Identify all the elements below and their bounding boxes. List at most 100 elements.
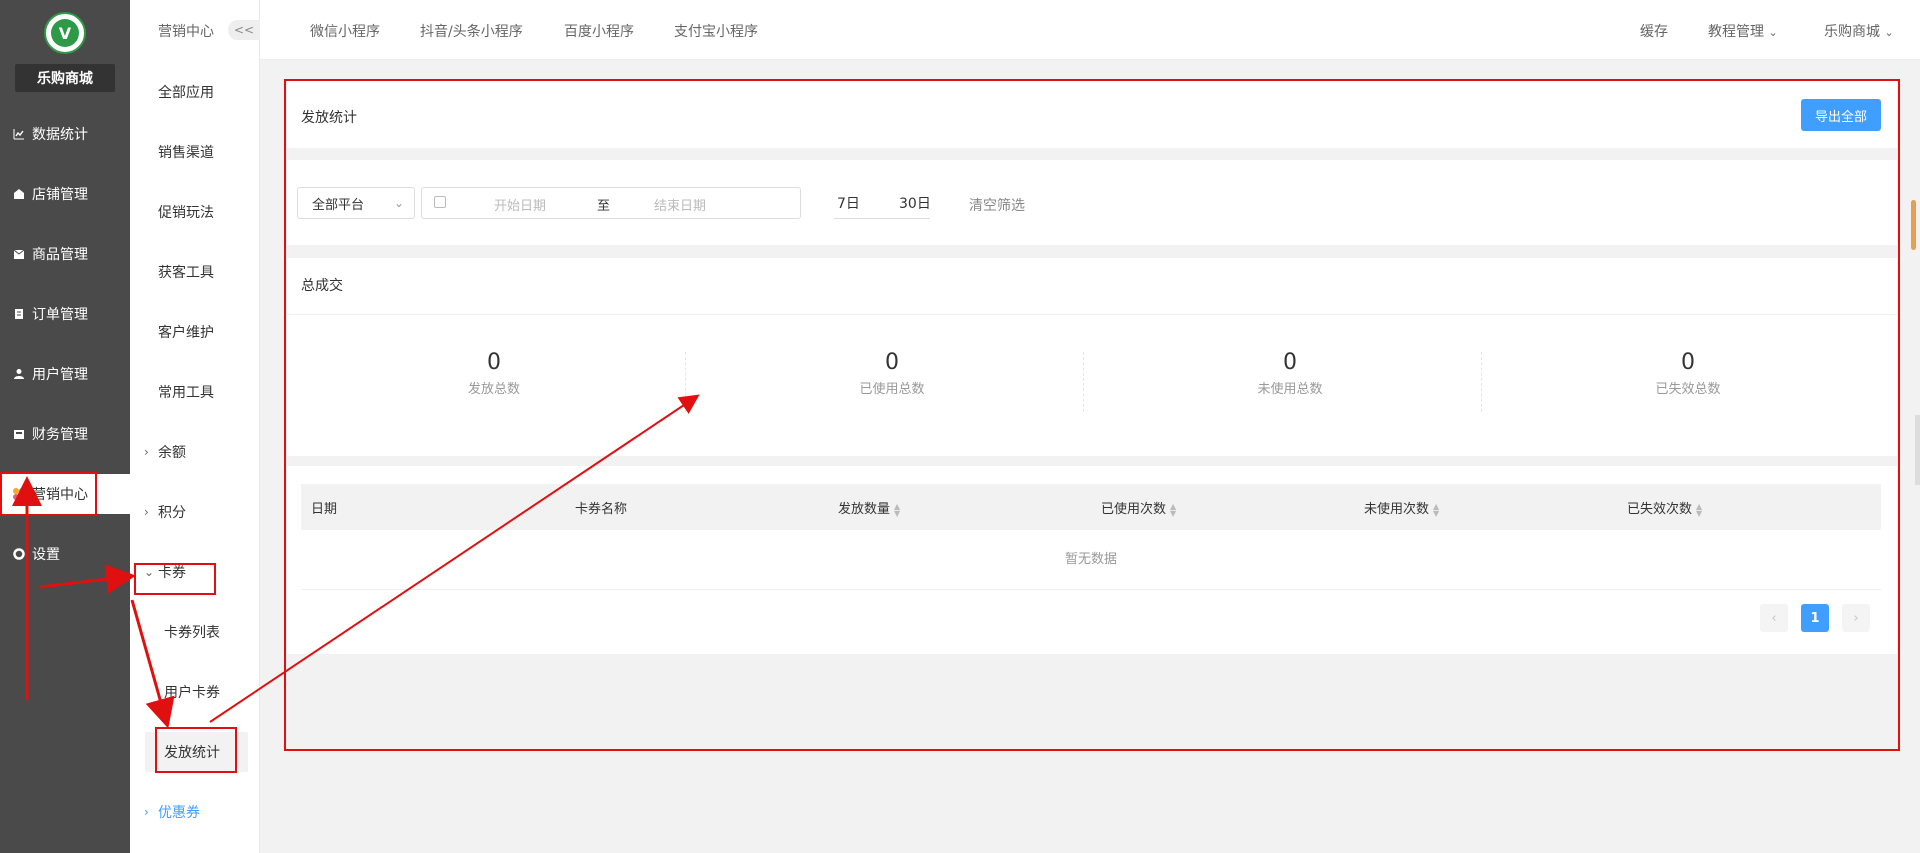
subnav-balance[interactable]: › 余额 [130, 432, 260, 472]
col-date: 日期 [311, 502, 338, 517]
sort-icon: ▲ ▼ [1696, 501, 1703, 518]
export-all-button[interactable]: 导出全部 [1801, 99, 1881, 131]
subnav-issue-stats[interactable]: 发放统计 [145, 732, 248, 772]
col-issued-count[interactable]: 发放数量 ▲ ▼ [838, 498, 900, 517]
stat-divider [1481, 352, 1482, 412]
tutorial-menu[interactable]: 教程管理 ⌄ [1708, 21, 1778, 41]
platform-select[interactable]: 全部平台 ⌄ [297, 187, 415, 219]
nav-label: 数据统计 [32, 127, 88, 143]
nav-store[interactable]: 店铺管理 [0, 174, 130, 214]
nav-label: 店铺管理 [32, 187, 88, 203]
subnav-label: 销售渠道 [158, 145, 214, 161]
tab-douyin[interactable]: 抖音/头条小程序 [420, 21, 523, 41]
stat-expired-total: 0 已失效总数 [1588, 350, 1788, 397]
nav-label: 财务管理 [32, 427, 88, 443]
subnav-label: 优惠券 [158, 805, 200, 821]
subnav-label: 卡券列表 [164, 625, 220, 641]
subnav-cards[interactable]: ⌄ 卡券 [130, 552, 260, 592]
marketing-subnav: 营销中心 << 全部应用 销售渠道 促销玩法 获客工具 客户维护 常用工具 › 余… [130, 0, 260, 853]
header-card: 发放统计 导出全部 [287, 80, 1897, 148]
col-card-name: 卡券名称 [575, 502, 628, 517]
current-page-button[interactable]: 1 [1801, 604, 1829, 632]
collapse-button[interactable]: << [228, 20, 260, 40]
subnav-label: 积分 [158, 505, 186, 521]
nav-label: 营销中心 [32, 487, 88, 503]
col-unused-count[interactable]: 未使用次数 ▲ ▼ [1364, 498, 1439, 517]
summary-divider [287, 314, 1897, 315]
subnav-common-tools[interactable]: 常用工具 [130, 372, 260, 412]
empty-table-message: 暂无数据 [301, 530, 1881, 590]
stat-value: 0 [487, 350, 501, 375]
col-used-count[interactable]: 已使用次数 ▲ ▼ [1101, 498, 1176, 517]
nav-orders[interactable]: 订单管理 [0, 294, 130, 334]
quick-30-days[interactable]: 30日 [899, 187, 931, 219]
scrollbar-track[interactable] [1915, 415, 1920, 485]
quick-7-days[interactable]: 7日 [837, 187, 860, 219]
subnav-label: 全部应用 [158, 85, 214, 101]
sort-icon: ▲ ▼ [894, 501, 901, 518]
page-title: 发放统计 [301, 110, 357, 126]
chevron-down-icon: ⌄ [144, 565, 155, 579]
subnav-card-list[interactable]: 卡券列表 [130, 612, 260, 652]
summary-title: 总成交 [301, 278, 343, 294]
subnav-user-cards[interactable]: 用户卡券 [130, 672, 260, 712]
main-sidebar: V 乐购商城 数据统计 店铺管理 商品管理 订单管理 用户管理 财务管理 营销中… [0, 0, 130, 853]
platform-value: 全部平台 [312, 197, 365, 213]
tutorial-label: 教程管理 [1708, 24, 1764, 40]
nav-goods[interactable]: 商品管理 [0, 234, 130, 274]
sort-icon: ▲ ▼ [1170, 501, 1177, 518]
subnav-points[interactable]: › 积分 [130, 492, 260, 532]
next-page-button[interactable]: › [1842, 604, 1870, 632]
col-label: 已失效次数 [1627, 502, 1693, 517]
subnav-all-apps[interactable]: 全部应用 [130, 72, 260, 112]
stat-value: 0 [1681, 350, 1695, 375]
line-chart-icon [12, 127, 26, 141]
subnav-coupons[interactable]: › 优惠券 [130, 792, 260, 832]
nav-label: 用户管理 [32, 367, 88, 383]
top-bar: 微信小程序 抖音/头条小程序 百度小程序 支付宝小程序 缓存 教程管理 ⌄ 乐购… [260, 0, 1920, 60]
store-label: 乐购商城 [1824, 24, 1880, 40]
nav-finance[interactable]: 财务管理 [0, 414, 130, 454]
stat-label: 已使用总数 [859, 382, 925, 397]
date-range-picker[interactable]: 开始日期 至 结束日期 [421, 187, 801, 219]
subnav-label: 用户卡券 [164, 685, 220, 701]
nav-marketing[interactable]: 营销中心 [0, 474, 130, 514]
range-separator: 至 [597, 199, 611, 214]
tab-wechat[interactable]: 微信小程序 [310, 21, 380, 41]
subnav-label: 客户维护 [158, 325, 214, 341]
stat-label: 发放总数 [467, 382, 520, 397]
stat-label: 未使用总数 [1257, 382, 1323, 397]
cache-link[interactable]: 缓存 [1640, 21, 1668, 41]
subnav-acquisition[interactable]: 获客工具 [130, 252, 260, 292]
marketing-icon [12, 487, 26, 501]
subnav-promotion[interactable]: 促销玩法 [130, 192, 260, 232]
col-label: 未使用次数 [1364, 502, 1430, 517]
store-icon [12, 187, 26, 201]
brand-name: 乐购商城 [15, 64, 115, 92]
chevron-right-icon: › [144, 445, 149, 459]
start-date-input[interactable]: 开始日期 [494, 195, 546, 214]
stat-issued-total: 0 发放总数 [394, 350, 594, 397]
tab-alipay[interactable]: 支付宝小程序 [674, 21, 758, 41]
wallet-icon [12, 427, 26, 441]
nav-users[interactable]: 用户管理 [0, 354, 130, 394]
col-expired-count[interactable]: 已失效次数 ▲ ▼ [1627, 498, 1702, 517]
chevron-down-icon: ⌄ [1884, 26, 1894, 39]
end-date-input[interactable]: 结束日期 [654, 195, 706, 214]
calendar-icon [434, 196, 446, 208]
scrollbar-thumb[interactable] [1911, 200, 1916, 250]
clear-filter-button[interactable]: 清空筛选 [969, 195, 1025, 215]
subnav-customer-care[interactable]: 客户维护 [130, 312, 260, 352]
nav-settings[interactable]: 设置 [0, 534, 130, 574]
prev-page-button[interactable]: ‹ [1760, 604, 1788, 632]
clipboard-icon [12, 307, 26, 321]
subnav-label: 发放统计 [164, 745, 220, 761]
stat-divider [1083, 352, 1084, 412]
chevron-down-icon: ⌄ [1768, 26, 1778, 39]
stat-unused-total: 0 未使用总数 [1190, 350, 1390, 397]
brand-logo[interactable]: V [44, 12, 86, 54]
store-menu[interactable]: 乐购商城 ⌄ [1824, 21, 1894, 41]
nav-data-stats[interactable]: 数据统计 [0, 114, 130, 154]
subnav-sales-channel[interactable]: 销售渠道 [130, 132, 260, 172]
tab-baidu[interactable]: 百度小程序 [564, 21, 634, 41]
